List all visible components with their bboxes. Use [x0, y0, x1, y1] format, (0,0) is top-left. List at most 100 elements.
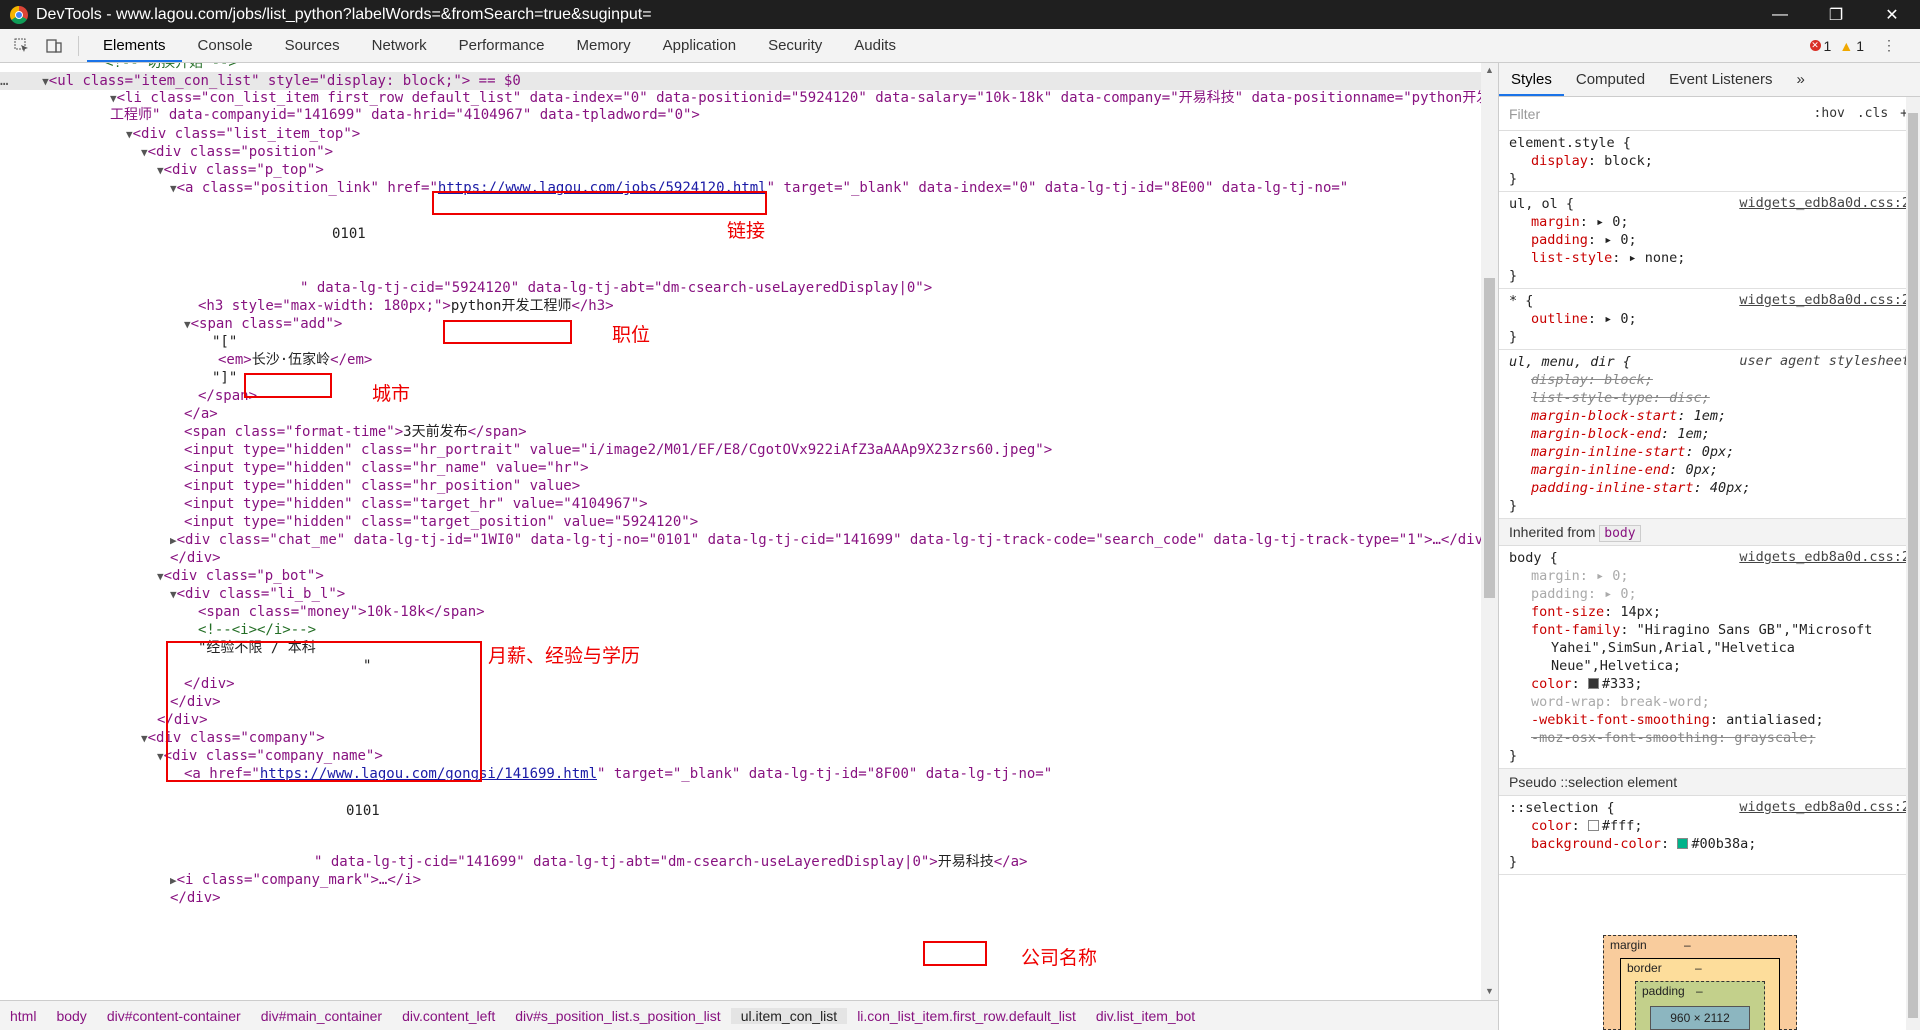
- tab-styles[interactable]: Styles: [1499, 63, 1564, 96]
- dom-node-div-li-b-l[interactable]: ▼<div class="li_b_l">: [170, 585, 345, 603]
- tab-elements[interactable]: Elements: [87, 29, 182, 62]
- expand-arrow-icon[interactable]: ▼: [141, 732, 148, 745]
- dom-node-span-add[interactable]: ▼<span class="add">: [184, 315, 342, 333]
- breadcrumb-item[interactable]: body: [46, 1008, 96, 1024]
- tab-memory[interactable]: Memory: [561, 29, 647, 62]
- dom-node-div-company-name[interactable]: ▼<div class="company_name">: [157, 747, 383, 765]
- expand-arrow-icon[interactable]: ▶: [170, 874, 177, 887]
- scrollbar-thumb[interactable]: [1484, 278, 1495, 598]
- dom-node-div[interactable]: ▼<div class="position">: [141, 143, 333, 161]
- rule-declaration[interactable]: list-style: ▸ none;: [1499, 249, 1920, 267]
- position-link[interactable]: https://www.lagou.com/jobs/5924120.html: [438, 180, 767, 196]
- rule-universal[interactable]: widgets_edb8a0d.css:2 * { outline: ▸ 0; …: [1499, 289, 1920, 350]
- breadcrumb-item[interactable]: div#s_position_list.s_position_list: [505, 1008, 730, 1024]
- rule-declaration[interactable]: color: #fff;: [1499, 817, 1920, 835]
- dom-node-input[interactable]: <input type="hidden" class="hr_name" val…: [184, 459, 589, 477]
- breadcrumb-item[interactable]: div.content_left: [392, 1008, 505, 1024]
- dom-node-a-position[interactable]: ▼<a class="position_link" href="https://…: [170, 179, 1348, 197]
- tab-computed[interactable]: Computed: [1564, 63, 1657, 96]
- scroll-down-icon[interactable]: ▼: [1485, 986, 1494, 996]
- dom-node-close[interactable]: </span>: [198, 387, 257, 405]
- expand-arrow-icon[interactable]: ▼: [157, 164, 164, 177]
- dom-node-close[interactable]: </div>: [184, 675, 235, 693]
- inspect-element-icon[interactable]: [12, 36, 32, 56]
- rule-declaration[interactable]: color: #333;: [1499, 675, 1920, 693]
- rule-source-link[interactable]: widgets_edb8a0d.css:2: [1739, 549, 1910, 565]
- dom-node-h3[interactable]: <h3 style="max-width: 180px;">python开发工程…: [198, 297, 614, 315]
- expand-arrow-icon[interactable]: ▼: [184, 318, 191, 331]
- box-model-margin[interactable]: margin – border – padding – 960 × 2112: [1603, 935, 1797, 1030]
- rule-declaration[interactable]: margin: ▸ 0;: [1499, 213, 1920, 231]
- rule-selection[interactable]: widgets_edb8a0d.css:2 ::selection { colo…: [1499, 796, 1920, 875]
- dom-node-a-cont[interactable]: " data-lg-tj-cid="5924120" data-lg-tj-ab…: [300, 279, 932, 297]
- breadcrumb-item-active[interactable]: ul.item_con_list: [730, 1007, 848, 1024]
- expand-arrow-icon[interactable]: ▼: [126, 128, 133, 141]
- expand-arrow-icon[interactable]: ▼: [42, 75, 49, 88]
- dom-node-li-cont[interactable]: 工程师" data-companyid="141699" data-hrid="…: [110, 106, 700, 124]
- tab-application[interactable]: Application: [647, 29, 752, 62]
- dom-node-input[interactable]: <input type="hidden" class="hr_portrait"…: [184, 441, 1052, 459]
- breadcrumb-item[interactable]: html: [0, 1008, 46, 1024]
- rule-body[interactable]: widgets_edb8a0d.css:2 body { margin: ▸ 0…: [1499, 546, 1920, 769]
- tab-console[interactable]: Console: [182, 29, 269, 62]
- dom-node-em[interactable]: <em>长沙·伍家岭</em>: [218, 351, 372, 369]
- hov-toggle[interactable]: :hov: [1814, 106, 1845, 121]
- expand-arrow-icon[interactable]: ▼: [110, 92, 117, 105]
- box-model-border[interactable]: border – padding – 960 × 2112: [1620, 958, 1780, 1030]
- tab-security[interactable]: Security: [752, 29, 838, 62]
- dom-node-close[interactable]: </div>: [170, 889, 221, 907]
- more-tabs-icon[interactable]: »: [1784, 63, 1816, 96]
- expand-arrow-icon[interactable]: ▼: [157, 570, 164, 583]
- rule-source-link[interactable]: widgets_edb8a0d.css:2: [1739, 195, 1910, 211]
- expand-arrow-icon[interactable]: ▼: [170, 588, 177, 601]
- styles-filter-input[interactable]: Filter: [1509, 106, 1814, 122]
- dom-node-close[interactable]: </div>: [157, 711, 208, 729]
- color-swatch[interactable]: [1677, 838, 1689, 849]
- more-options-icon[interactable]: ⋮: [1882, 37, 1896, 54]
- rule-source-link[interactable]: widgets_edb8a0d.css:2: [1739, 292, 1910, 308]
- tab-network[interactable]: Network: [356, 29, 443, 62]
- maximize-button[interactable]: ❐: [1808, 0, 1864, 29]
- cls-toggle[interactable]: .cls: [1857, 106, 1888, 121]
- dom-node-ul-selected[interactable]: … ▼<ul class="item_con_list" style="disp…: [0, 72, 1481, 90]
- dom-node-input[interactable]: <input type="hidden" class="target_hr" v…: [184, 495, 648, 513]
- rule-declaration[interactable]: padding: ▸ 0;: [1499, 231, 1920, 249]
- dom-node-div[interactable]: ▼<div class="list_item_top">: [126, 125, 360, 143]
- breadcrumb-item[interactable]: div#content-container: [97, 1008, 251, 1024]
- breadcrumb-item[interactable]: div#main_container: [251, 1008, 392, 1024]
- expand-arrow-icon[interactable]: ▼: [170, 182, 177, 195]
- rule-ul-ol[interactable]: widgets_edb8a0d.css:2 ul, ol { margin: ▸…: [1499, 192, 1920, 289]
- close-button[interactable]: ✕: [1864, 0, 1920, 29]
- dom-node-chat-me[interactable]: ▶<div class="chat_me" data-lg-tj-id="1WI…: [170, 531, 1492, 549]
- dom-node-span-money[interactable]: <span class="money">10k-18k</span>: [198, 603, 485, 621]
- tab-audits[interactable]: Audits: [838, 29, 912, 62]
- dom-node-close[interactable]: </div>: [170, 549, 221, 567]
- color-swatch[interactable]: [1587, 820, 1599, 831]
- tab-performance[interactable]: Performance: [443, 29, 561, 62]
- elements-tree[interactable]: <!-- 切换开始 --> … ▼<ul class="item_con_lis…: [0, 63, 1498, 1000]
- dom-node-li[interactable]: ▼<li class="con_list_item first_row defa…: [110, 89, 1490, 107]
- minimize-button[interactable]: —: [1752, 0, 1808, 29]
- sidebar-scrollbar[interactable]: [1906, 97, 1920, 1030]
- dom-node-input[interactable]: <input type="hidden" class="hr_position"…: [184, 477, 580, 495]
- company-link[interactable]: https://www.lagou.com/gongsi/141699.html: [260, 766, 597, 782]
- dom-node-input[interactable]: <input type="hidden" class="target_posit…: [184, 513, 698, 531]
- device-toolbar-icon[interactable]: [44, 36, 64, 56]
- scrollbar-thumb[interactable]: [1908, 113, 1918, 1018]
- rule-declaration[interactable]: outline: ▸ 0;: [1499, 310, 1920, 328]
- rule-declaration[interactable]: font-size: 14px;: [1499, 603, 1920, 621]
- dom-node-i-company-mark[interactable]: ▶<i class="company_mark">…</i>: [170, 871, 421, 889]
- dom-node-close[interactable]: </div>: [170, 693, 221, 711]
- breadcrumb-item[interactable]: li.con_list_item.first_row.default_list: [847, 1008, 1086, 1024]
- breadcrumb-item[interactable]: div.list_item_bot: [1086, 1008, 1205, 1024]
- expand-arrow-icon[interactable]: ▼: [157, 750, 164, 763]
- rule-user-agent[interactable]: user agent stylesheet ul, menu, dir { di…: [1499, 350, 1920, 519]
- rule-declaration[interactable]: font-family: "Hiragino Sans GB","Microso…: [1499, 621, 1920, 639]
- tab-sources[interactable]: Sources: [269, 29, 356, 62]
- tab-event-listeners[interactable]: Event Listeners: [1657, 63, 1784, 96]
- rule-source-link[interactable]: widgets_edb8a0d.css:2: [1739, 799, 1910, 815]
- rule-declaration[interactable]: background-color: #00b38a;: [1499, 835, 1920, 853]
- scroll-up-icon[interactable]: ▲: [1485, 65, 1494, 75]
- box-model-padding[interactable]: padding – 960 × 2112: [1635, 981, 1765, 1030]
- dom-node-a-company[interactable]: <a href="https://www.lagou.com/gongsi/14…: [184, 765, 1052, 783]
